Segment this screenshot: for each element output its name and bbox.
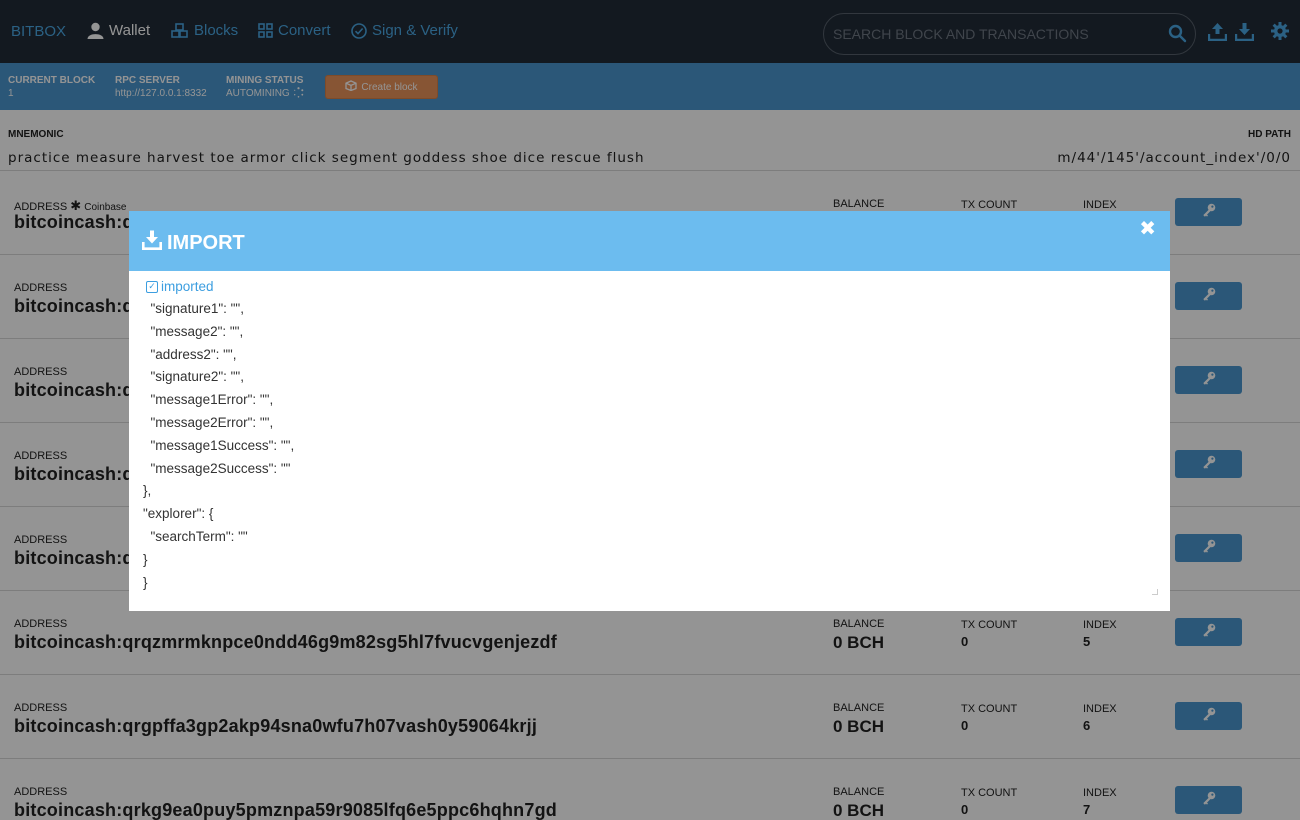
import-textarea[interactable]: ✓ imported "signature1": "", "message2":… bbox=[129, 271, 1170, 611]
json-line: } bbox=[143, 574, 148, 590]
json-line: "message2Error": "", bbox=[143, 414, 274, 430]
json-line: "signature2": "", bbox=[143, 369, 244, 385]
json-line: "searchTerm": "" bbox=[143, 528, 248, 544]
imported-checkbox-label: imported bbox=[161, 279, 214, 294]
imported-checkbox[interactable]: ✓ imported bbox=[146, 279, 214, 294]
resize-handle[interactable] bbox=[1152, 589, 1158, 595]
json-content: "signature1": "", "message2": "", "addre… bbox=[143, 301, 294, 597]
json-line: "message2": "", bbox=[143, 323, 244, 339]
json-line: }, bbox=[143, 483, 152, 499]
checkbox-check-icon: ✓ bbox=[146, 280, 158, 293]
json-line: "message2Success": "" bbox=[143, 460, 291, 476]
close-icon[interactable]: ✖ bbox=[1139, 216, 1156, 241]
download-icon bbox=[142, 230, 162, 256]
json-line: "message1Error": "", bbox=[143, 392, 274, 408]
json-line: } bbox=[143, 551, 148, 567]
modal-title: IMPORT bbox=[142, 230, 245, 256]
json-line: "explorer": { bbox=[143, 506, 214, 522]
json-line: "address2": "", bbox=[143, 346, 237, 362]
json-line: "message1Success": "", bbox=[143, 437, 295, 453]
modal-title-text: IMPORT bbox=[167, 231, 245, 254]
modal-header: IMPORT ✖ bbox=[129, 211, 1170, 271]
import-modal: IMPORT ✖ ✓ imported "signature1": "", "m… bbox=[129, 211, 1170, 611]
json-line: "signature1": "", bbox=[143, 301, 244, 316]
